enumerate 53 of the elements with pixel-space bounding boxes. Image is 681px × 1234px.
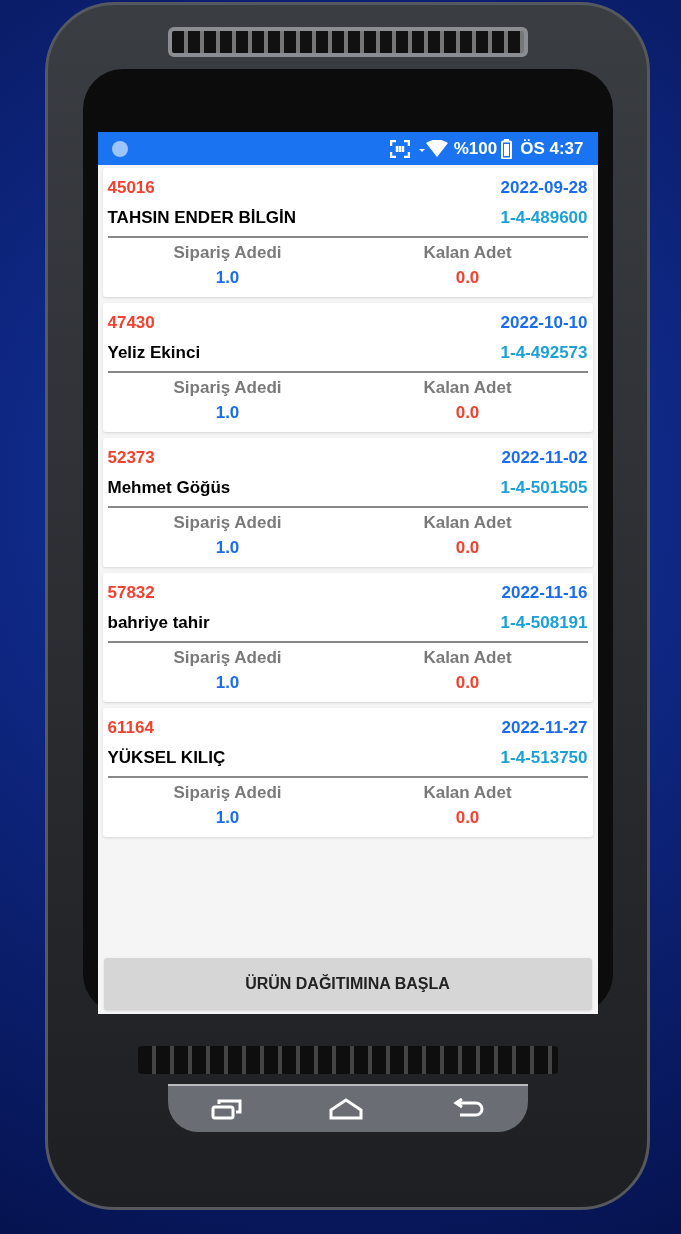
clock: ÖS 4:37 [520, 137, 584, 160]
order-quantity-label: Sipariş Adedi [172, 783, 283, 803]
start-distribution-button[interactable]: ÜRÜN DAĞITIMINA BAŞLA [103, 958, 592, 1010]
customer-name: TAHSIN ENDER BİLGİN [107, 208, 297, 228]
recent-apps-icon[interactable] [210, 1098, 243, 1120]
order-number: 1-4-489600 [500, 208, 588, 228]
order-quantity-label: Sipariş Adedi [172, 243, 283, 263]
order-date: 2022-11-02 [501, 448, 588, 468]
order-quantity: 1.0 [214, 538, 241, 558]
order-quantity: 1.0 [214, 808, 241, 828]
order-number: 1-4-513750 [500, 748, 588, 768]
remaining-label: Kalan Adet [422, 513, 513, 533]
customer-code: 47430 [107, 313, 155, 333]
order-card[interactable]: 45016 2022-09-28 TAHSIN ENDER BİLGİN 1-4-489600 Sipariş Adedi Kalan Adet 1.0 0.0 [102, 168, 593, 297]
battery-icon [501, 138, 513, 159]
order-quantity: 1.0 [214, 403, 241, 423]
order-quantity-label: Sipariş Adedi [172, 378, 283, 398]
remaining-label: Kalan Adet [422, 243, 513, 263]
remaining-label: Kalan Adet [422, 378, 513, 398]
order-card[interactable]: 52373 2022-11-02 Mehmet Göğüs 1-4-501505 Sipariş Adedi Kalan Adet 1.0 0.0 [102, 438, 593, 567]
order-card[interactable]: 47430 2022-10-10 Yeliz Ekinci 1-4-492573 Sipariş Adedi Kalan Adet 1.0 0.0 [102, 303, 593, 432]
remaining-label: Kalan Adet [422, 783, 513, 803]
wifi-icon [417, 139, 448, 158]
scanner-icon [389, 139, 410, 158]
order-quantity-label: Sipariş Adedi [172, 648, 283, 668]
customer-name: Yeliz Ekinci [107, 343, 201, 363]
order-number: 1-4-508191 [500, 613, 588, 633]
order-quantity: 1.0 [214, 673, 241, 693]
remaining-quantity: 0.0 [454, 268, 481, 288]
order-quantity-label: Sipariş Adedi [172, 513, 283, 533]
order-quantity: 1.0 [214, 268, 241, 288]
customer-code: 52373 [107, 448, 155, 468]
customer-name: bahriye tahir [107, 613, 210, 633]
order-number: 1-4-492573 [500, 343, 588, 363]
order-card[interactable]: 57832 2022-11-16 bahriye tahir 1-4-508191 Sipariş Adedi Kalan Adet 1.0 0.0 [102, 573, 593, 702]
customer-name: Mehmet Göğüs [107, 478, 231, 498]
remaining-label: Kalan Adet [422, 648, 513, 668]
order-date: 2022-10-10 [500, 313, 588, 333]
remaining-quantity: 0.0 [454, 673, 481, 693]
order-number: 1-4-501505 [500, 478, 588, 498]
customer-code: 61164 [107, 718, 154, 738]
battery-level: %100 [453, 137, 498, 160]
customer-name: YÜKSEL KILIÇ [107, 748, 226, 768]
customer-code: 57832 [107, 583, 155, 603]
customer-code: 45016 [107, 178, 155, 198]
order-date: 2022-11-16 [501, 583, 588, 603]
remaining-quantity: 0.0 [454, 538, 481, 558]
home-icon[interactable] [329, 1098, 364, 1120]
remaining-quantity: 0.0 [454, 403, 481, 423]
order-card[interactable]: 61164 2022-11-27 YÜKSEL KILIÇ 1-4-513750 Sipariş Adedi Kalan Adet 1.0 0.0 [102, 708, 593, 837]
order-date: 2022-11-27 [501, 718, 588, 738]
order-date: 2022-09-28 [500, 178, 588, 198]
remaining-quantity: 0.0 [454, 808, 481, 828]
